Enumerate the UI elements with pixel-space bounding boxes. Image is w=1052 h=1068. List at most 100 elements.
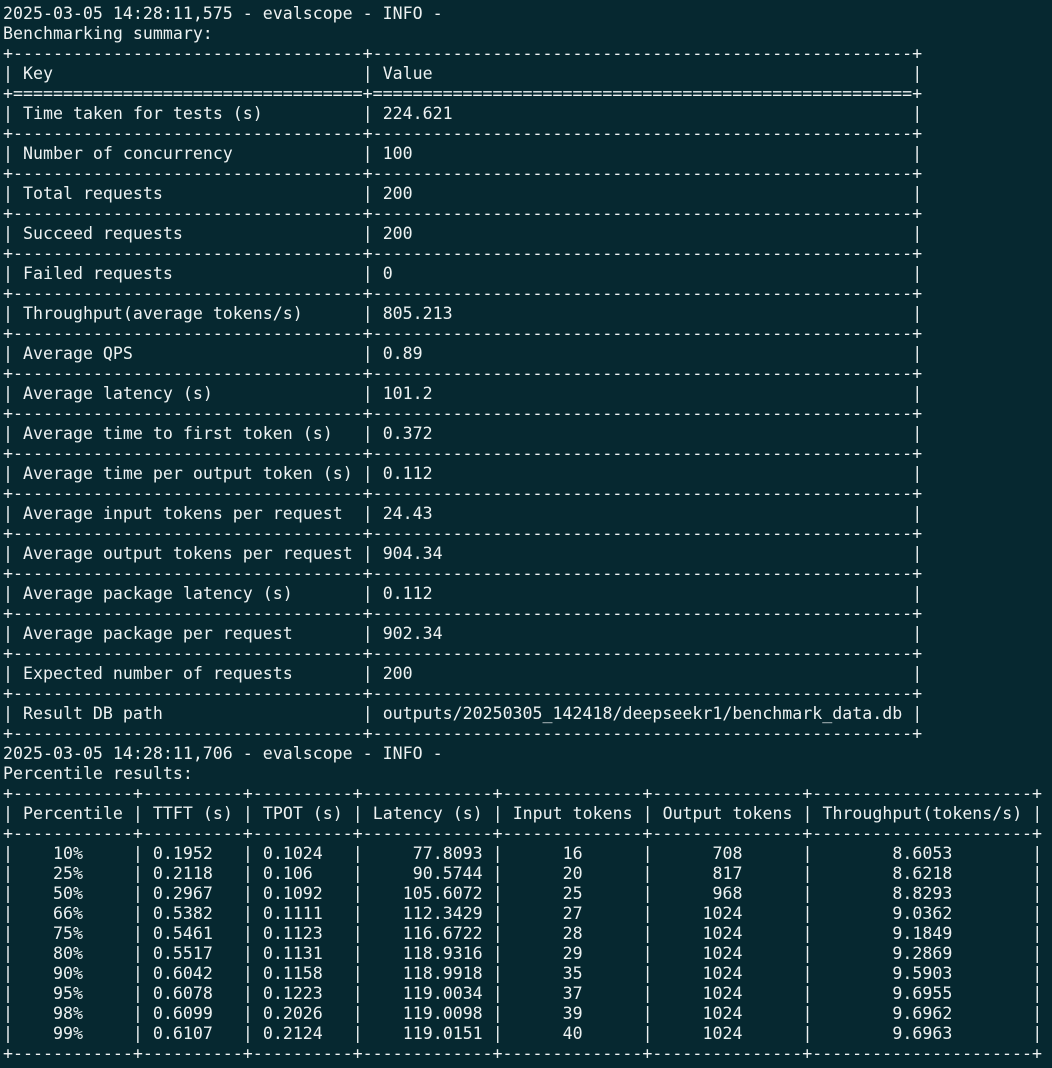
percentiles-cell: 9.1849 <box>892 924 953 943</box>
percentiles-cell: 708 <box>712 844 743 863</box>
summary-header-cell: Key <box>23 64 53 83</box>
percentiles-cell: 99% <box>52 1024 83 1043</box>
summary-header-cell: Value <box>382 64 433 83</box>
summary-cell: 200 <box>382 664 413 683</box>
summary-cell: Succeed requests <box>23 224 183 243</box>
percentiles-cell: 1024 <box>702 1004 743 1023</box>
summary-row: | Result DB path | outputs/20250305_1424… <box>3 704 923 723</box>
percentiles-cell: 0.1092 <box>262 884 323 903</box>
summary-border: +-----------------------------------+---… <box>3 724 923 743</box>
summary-cell: Result DB path <box>23 704 163 723</box>
percentiles-cell: 9.6955 <box>892 984 953 1003</box>
percentiles-cell: 98% <box>52 1004 83 1023</box>
summary-row: | Average time to first token (s) | 0.37… <box>3 424 923 443</box>
section-title-percentiles: Percentile results: <box>3 764 193 783</box>
summary-cell: outputs/20250305_142418/deepseekr1/bench… <box>382 704 903 723</box>
percentiles-cell: 25% <box>52 864 83 883</box>
percentiles-cell: 0.1024 <box>262 844 323 863</box>
percentiles-cell: 75% <box>52 924 83 943</box>
percentiles-cell: 9.0362 <box>892 904 953 923</box>
summary-border: +-----------------------------------+---… <box>3 324 923 343</box>
summary-cell: Number of concurrency <box>23 144 233 163</box>
percentiles-cell: 25 <box>562 884 583 903</box>
percentiles-row: | 90% | 0.6042 | 0.1158 | 118.9918 | 35 … <box>3 964 1043 983</box>
percentiles-row: | 50% | 0.2967 | 0.1092 | 105.6072 | 25 … <box>3 884 1043 903</box>
percentiles-header-row: | Percentile | TTFT (s) | TPOT (s) | Lat… <box>3 804 1043 823</box>
percentiles-cell: 35 <box>562 964 583 983</box>
percentiles-cell: 1024 <box>702 924 743 943</box>
summary-border: +-----------------------------------+---… <box>3 404 923 423</box>
percentiles-header-cell: Output tokens <box>662 804 793 823</box>
summary-row: | Average time per output token (s) | 0.… <box>3 464 923 483</box>
summary-border: +-----------------------------------+---… <box>3 284 923 303</box>
percentiles-cell: 119.0034 <box>402 984 483 1003</box>
percentiles-header-cell: Throughput(tokens/s) <box>822 804 1023 823</box>
percentiles-cell: 0.2118 <box>152 864 213 883</box>
percentiles-cell: 0.1123 <box>262 924 323 943</box>
summary-cell: Average package per request <box>23 624 293 643</box>
percentiles-header-cell: Latency (s) <box>372 804 483 823</box>
percentiles-row: | 75% | 0.5461 | 0.1123 | 116.6722 | 28 … <box>3 924 1043 943</box>
summary-row: | Expected number of requests | 200 | <box>3 664 923 683</box>
percentiles-cell: 112.3429 <box>402 904 483 923</box>
summary-cell: 0.89 <box>382 344 423 363</box>
summary-cell: Average package latency (s) <box>23 584 293 603</box>
percentiles-cell: 50% <box>52 884 83 903</box>
summary-cell: 101.2 <box>382 384 433 403</box>
summary-border: +-----------------------------------+---… <box>3 524 923 543</box>
summary-border: +-----------------------------------+---… <box>3 444 923 463</box>
summary-header-rule: +===================================+===… <box>3 84 923 103</box>
summary-cell: 0.112 <box>382 584 433 603</box>
summary-border: +-----------------------------------+---… <box>3 44 923 63</box>
terminal-window[interactable]: 2025-03-05 14:28:11,575 - evalscope - IN… <box>0 0 1052 1068</box>
percentiles-cell: 0.5382 <box>152 904 213 923</box>
percentiles-header-cell: TTFT (s) <box>152 804 233 823</box>
percentiles-header-cell: Percentile <box>23 804 123 823</box>
percentiles-header-cell: Input tokens <box>512 804 633 823</box>
percentiles-cell: 1024 <box>702 964 743 983</box>
summary-border: +-----------------------------------+---… <box>3 684 923 703</box>
summary-cell: 224.621 <box>382 104 453 123</box>
percentiles-cell: 0.1158 <box>262 964 323 983</box>
section-title-summary: Benchmarking summary: <box>3 24 213 43</box>
percentiles-cell: 1024 <box>702 1024 743 1043</box>
summary-cell: 904.34 <box>382 544 443 563</box>
summary-border: +-----------------------------------+---… <box>3 484 923 503</box>
summary-cell: Average input tokens per request <box>23 504 343 523</box>
summary-row: | Failed requests | 0 | <box>3 264 923 283</box>
summary-cell: Average output tokens per request <box>23 544 353 563</box>
summary-cell: Time taken for tests (s) <box>23 104 263 123</box>
summary-cell: 902.34 <box>382 624 443 643</box>
percentiles-row: | 10% | 0.1952 | 0.1024 | 77.8093 | 16 |… <box>3 844 1043 863</box>
summary-cell: Average latency (s) <box>23 384 213 403</box>
percentiles-cell: 80% <box>52 944 83 963</box>
percentiles-cell: 77.8093 <box>412 844 483 863</box>
summary-border: +-----------------------------------+---… <box>3 244 923 263</box>
percentiles-cell: 9.6962 <box>892 1004 953 1023</box>
percentiles-cell: 27 <box>562 904 583 923</box>
percentiles-cell: 66% <box>52 904 83 923</box>
summary-row: | Average output tokens per request | 90… <box>3 544 923 563</box>
percentiles-cell: 0.2967 <box>152 884 213 903</box>
percentiles-header-rule: +------------+----------+----------+----… <box>3 824 1042 843</box>
percentiles-cell: 1024 <box>702 984 743 1003</box>
percentiles-cell: 8.6053 <box>892 844 953 863</box>
percentiles-row: | 95% | 0.6078 | 0.1223 | 119.0034 | 37 … <box>3 984 1043 1003</box>
percentile-table: +------------+----------+----------+----… <box>3 784 1052 1064</box>
percentiles-cell: 40 <box>562 1024 583 1043</box>
percentiles-cell: 28 <box>562 924 583 943</box>
percentiles-cell: 0.5517 <box>152 944 213 963</box>
percentiles-cell: 0.6042 <box>152 964 213 983</box>
percentiles-cell: 0.5461 <box>152 924 213 943</box>
percentiles-cell: 118.9316 <box>402 944 483 963</box>
summary-cell: 200 <box>382 184 413 203</box>
summary-cell: 100 <box>382 144 413 163</box>
summary-cell: Average time to first token (s) <box>23 424 333 443</box>
percentiles-cell: 119.0098 <box>402 1004 483 1023</box>
summary-cell: Failed requests <box>23 264 173 283</box>
summary-cell: 200 <box>382 224 413 243</box>
summary-header-row: | Key | Value | <box>3 64 923 83</box>
summary-row: | Average latency (s) | 101.2 | <box>3 384 923 403</box>
percentiles-cell: 0.2026 <box>262 1004 323 1023</box>
percentiles-cell: 1024 <box>702 944 743 963</box>
